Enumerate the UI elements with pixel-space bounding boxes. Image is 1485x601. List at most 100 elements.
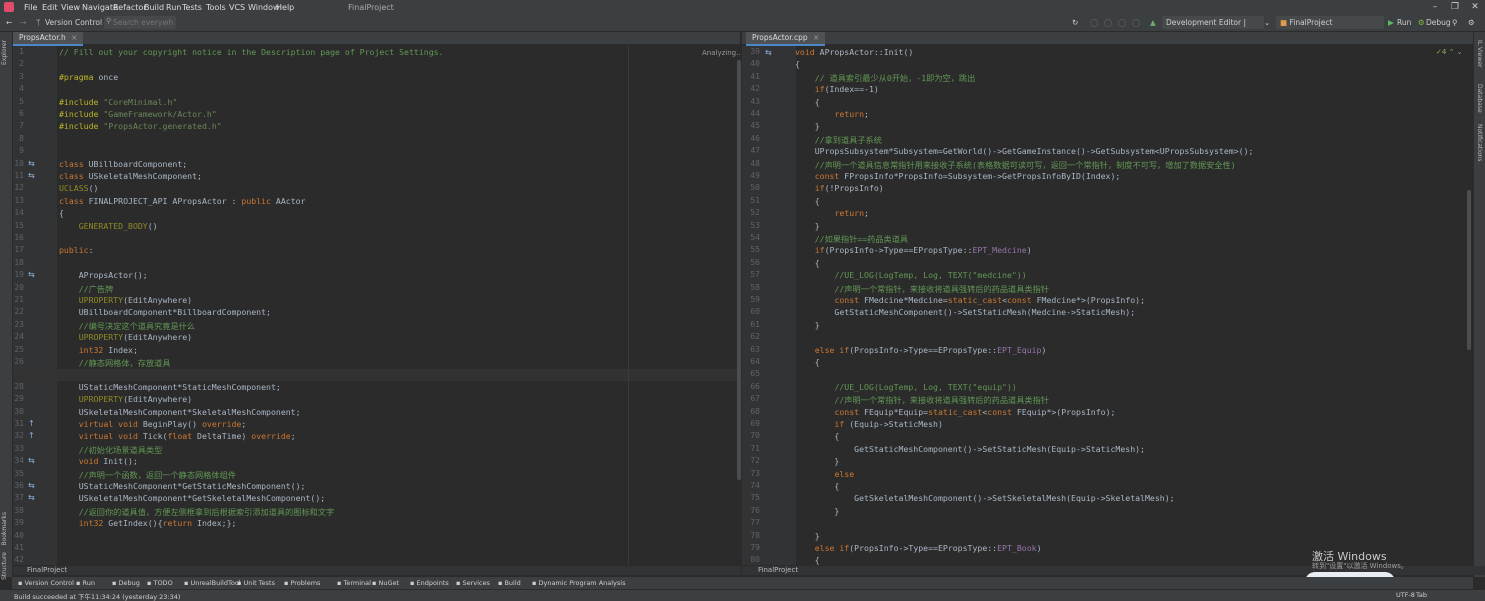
code-line[interactable]: if(Index==-1): [795, 84, 879, 94]
ide-search-icon[interactable]: ⚲: [1452, 18, 1458, 27]
menu-window[interactable]: Window: [248, 3, 280, 12]
line-number[interactable]: 36: [0, 481, 24, 490]
line-number[interactable]: 34: [0, 456, 24, 465]
line-number[interactable]: 9: [0, 146, 24, 155]
line-number[interactable]: 29: [0, 394, 24, 403]
code-line[interactable]: UCLASS(): [59, 183, 98, 193]
encoding-widget[interactable]: UTF-8: [1396, 591, 1415, 599]
run-button[interactable]: Run: [1397, 18, 1411, 27]
line-number[interactable]: 2: [0, 59, 24, 68]
code-line[interactable]: {: [795, 481, 839, 491]
line-number[interactable]: 12: [0, 183, 24, 192]
code-line[interactable]: void Init();: [59, 456, 138, 466]
code-line[interactable]: //拿到道具子系统: [795, 134, 882, 146]
line-number[interactable]: 55: [736, 245, 760, 254]
code-line[interactable]: USkeletalMeshComponent*SkeletalMeshCompo…: [59, 407, 301, 417]
line-number[interactable]: 24: [0, 332, 24, 341]
tool-window-services[interactable]: ▪ Services: [456, 579, 490, 587]
breadcrumb-item[interactable]: FinalProject: [758, 566, 798, 574]
code-line[interactable]: const FEquip*Equip=static_cast<const FEq…: [795, 407, 1115, 417]
line-number[interactable]: 42: [0, 555, 24, 564]
line-number[interactable]: 76: [736, 506, 760, 515]
line-number[interactable]: 21: [0, 295, 24, 304]
line-number[interactable]: 52: [736, 208, 760, 217]
line-number[interactable]: 46: [736, 134, 760, 143]
line-number[interactable]: 14: [0, 208, 24, 217]
code-line[interactable]: int32 GetIndex(){return Index;};: [59, 518, 237, 528]
line-number[interactable]: 23: [0, 320, 24, 329]
line-number[interactable]: 62: [736, 332, 760, 341]
breadcrumb-item[interactable]: FinalProject: [27, 566, 67, 574]
code-line[interactable]: //UE_LOG(LogTemp, Log, TEXT("equip")): [795, 382, 1016, 392]
line-number[interactable]: 73: [736, 469, 760, 478]
code-line[interactable]: //广告牌: [59, 283, 113, 295]
line-number[interactable]: 38: [0, 506, 24, 515]
code-line[interactable]: UPropsSubsystem*Subsystem=GetWorld()->Ge…: [795, 146, 1254, 156]
code-line[interactable]: UBillboardComponent*BillboardComponent;: [59, 307, 271, 317]
line-number[interactable]: 75: [736, 493, 760, 502]
line-number[interactable]: 72: [736, 456, 760, 465]
line-number[interactable]: 50: [736, 183, 760, 192]
tool-window-problems[interactable]: ▪ Problems: [284, 579, 320, 587]
code-line[interactable]: {: [795, 555, 820, 565]
code-line[interactable]: UPROPERTY(EditAnywhere): [59, 394, 192, 404]
line-number[interactable]: 74: [736, 481, 760, 490]
line-number[interactable]: 57: [736, 270, 760, 279]
line-number[interactable]: 35: [0, 469, 24, 478]
line-number[interactable]: 47: [736, 146, 760, 155]
menu-help[interactable]: Help: [276, 3, 294, 12]
close-window-icon[interactable]: ✕: [1465, 2, 1485, 12]
code-line[interactable]: //如果指针==药品类道具: [795, 233, 908, 245]
tool-window-nuget[interactable]: ▪ NuGet: [372, 579, 399, 587]
clean-icon[interactable]: ◯: [1118, 18, 1126, 27]
chevron-down-icon[interactable]: ⌄: [1264, 18, 1270, 27]
code-line[interactable]: //声明一个常指针，来接收将道具强转后的药品道具类指针: [795, 283, 1049, 295]
tool-window-endpoints[interactable]: ▪ Endpoints: [410, 579, 449, 587]
bookmarks-tool-button[interactable]: Bookmarks: [1, 512, 8, 546]
code-line[interactable]: }: [795, 221, 820, 231]
menu-build[interactable]: Build: [144, 3, 164, 12]
code-line[interactable]: #include "GameFramework/Actor.h": [59, 109, 217, 119]
menu-vcs[interactable]: VCS: [229, 3, 245, 12]
code-line[interactable]: GetSkeletalMeshComponent()->SetSkeletalM…: [795, 493, 1174, 503]
navigate-icon[interactable]: ⇆: [28, 171, 35, 180]
close-tab-icon[interactable]: ×: [813, 33, 819, 42]
tool-window-unrealbuildtool[interactable]: ▪ UnrealBuildTool: [184, 579, 241, 587]
override-icon[interactable]: ↑: [28, 419, 35, 428]
line-number[interactable]: 39: [736, 47, 760, 56]
line-number[interactable]: 19: [0, 270, 24, 279]
line-number[interactable]: 79: [736, 543, 760, 552]
code-line[interactable]: else if(PropsInfo->Type==EPropsType::EPT…: [795, 345, 1047, 355]
code-line[interactable]: // 道具索引最少从0开始，-1即为空，跳出: [795, 72, 976, 84]
right-scrollbar[interactable]: [1467, 190, 1471, 350]
line-number[interactable]: 13: [0, 196, 24, 205]
navigate-icon[interactable]: ⇆: [28, 159, 35, 168]
line-number[interactable]: 41: [0, 543, 24, 552]
code-line[interactable]: {: [795, 357, 820, 367]
line-number[interactable]: 20: [0, 283, 24, 292]
line-number[interactable]: 40: [0, 531, 24, 540]
menu-run[interactable]: Run: [166, 3, 181, 12]
menu-refactor[interactable]: Refactor: [113, 3, 147, 12]
project-dropdown[interactable]: ■ FinalProject: [1276, 16, 1384, 29]
code-line[interactable]: }: [795, 506, 839, 516]
minimize-icon[interactable]: –: [1425, 2, 1445, 12]
cancel-build-icon[interactable]: ◯: [1132, 18, 1140, 27]
settings-gear-icon[interactable]: ⚙: [1468, 18, 1475, 27]
line-number[interactable]: 5: [0, 97, 24, 106]
code-line[interactable]: void APropsActor::Init(): [795, 47, 913, 57]
navigate-icon[interactable]: ⇆: [28, 493, 35, 502]
code-line[interactable]: //声明一个道具信息常指针用来接收子系统(表格数据可读可写，返回一个常指针，制度…: [795, 159, 1236, 171]
line-number[interactable]: 39: [0, 518, 24, 527]
code-line[interactable]: class FINALPROJECT_API APropsActor : pub…: [59, 196, 306, 206]
line-number[interactable]: 22: [0, 307, 24, 316]
restore-icon[interactable]: ❐: [1445, 2, 1465, 12]
debug-button[interactable]: Debug: [1426, 18, 1451, 27]
line-number[interactable]: 30: [0, 407, 24, 416]
line-number[interactable]: 25: [0, 345, 24, 354]
code-line[interactable]: {: [795, 97, 820, 107]
code-line[interactable]: int32 Index;: [59, 345, 138, 355]
code-line[interactable]: UPROPERTY(EditAnywhere): [59, 332, 192, 342]
line-number[interactable]: 65: [736, 369, 760, 378]
line-number[interactable]: 70: [736, 431, 760, 440]
